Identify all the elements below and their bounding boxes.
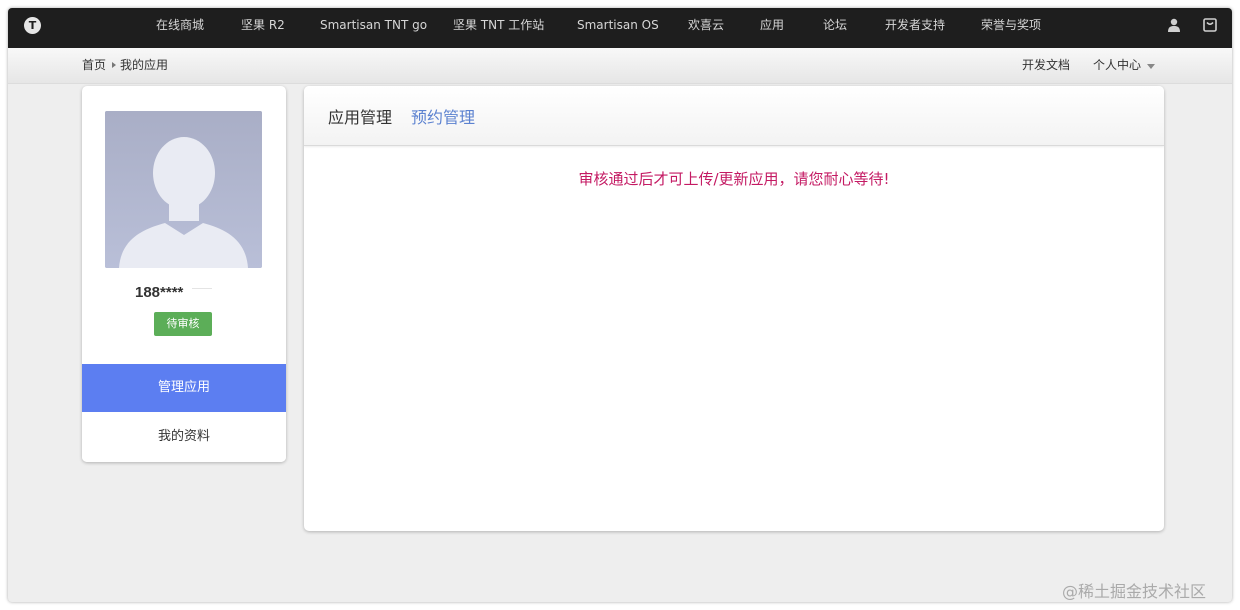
developer-docs-link[interactable]: 开发文档 xyxy=(1022,48,1070,82)
nav-item-tnt-go[interactable]: Smartisan TNT go xyxy=(320,8,427,42)
sidebar-item-manage-apps[interactable]: 管理应用 xyxy=(82,364,286,412)
breadcrumb-home[interactable]: 首页 xyxy=(82,48,106,82)
nav-item-store[interactable]: 在线商城 xyxy=(156,8,204,42)
nav-item-cloud[interactable]: 欢喜云 xyxy=(688,8,724,42)
sidebar-item-my-profile[interactable]: 我的资料 xyxy=(82,412,286,462)
breadcrumb-current: 我的应用 xyxy=(120,58,169,72)
breadcrumb-separator-icon xyxy=(112,62,116,68)
nav-item-smartisan-os[interactable]: Smartisan OS xyxy=(577,8,659,42)
avatar xyxy=(105,111,262,268)
nav-item-tnt-workstation[interactable]: 坚果 TNT 工作站 xyxy=(453,8,544,42)
profile-card: 188**** 待审核 管理应用 我的资料 xyxy=(82,86,286,462)
nav-item-awards[interactable]: 荣誉与奖项 xyxy=(981,8,1041,42)
username: 188**** xyxy=(135,284,184,301)
status-badge: 待审核 xyxy=(154,312,212,336)
nav-item-r2[interactable]: 坚果 R2 xyxy=(241,8,285,42)
review-notice: 审核通过后才可上传/更新应用，请您耐心等待! xyxy=(578,170,890,188)
divider xyxy=(192,288,212,289)
watermark: @稀土掘金技术社区 xyxy=(1062,582,1207,601)
chevron-down-icon xyxy=(1147,64,1155,69)
browser-window: T 在线商城 坚果 R2 Smartisan TNT go 坚果 TNT 工作站… xyxy=(8,8,1232,602)
top-navigation: T 在线商城 坚果 R2 Smartisan TNT go 坚果 TNT 工作站… xyxy=(8,8,1232,48)
breadcrumb-bar: 首页 我的应用 开发文档 个人中心 xyxy=(8,48,1232,84)
user-center-dropdown[interactable]: 个人中心 xyxy=(1093,48,1141,82)
nav-item-developer[interactable]: 开发者支持 xyxy=(885,8,945,42)
tab-app-management[interactable]: 应用管理 xyxy=(328,104,392,128)
default-avatar-icon xyxy=(105,111,262,268)
main-panel: 应用管理 预约管理 审核通过后才可上传/更新应用，请您耐心等待! xyxy=(304,86,1164,531)
tab-reservation-management[interactable]: 预约管理 xyxy=(411,104,475,128)
smartisan-logo-icon[interactable]: T xyxy=(24,17,41,34)
nav-item-forum[interactable]: 论坛 xyxy=(823,8,847,42)
user-icon[interactable] xyxy=(1167,18,1181,32)
panel-tabs: 应用管理 预约管理 xyxy=(304,86,1164,146)
cart-icon[interactable] xyxy=(1203,18,1217,32)
nav-item-apps[interactable]: 应用 xyxy=(760,8,784,42)
